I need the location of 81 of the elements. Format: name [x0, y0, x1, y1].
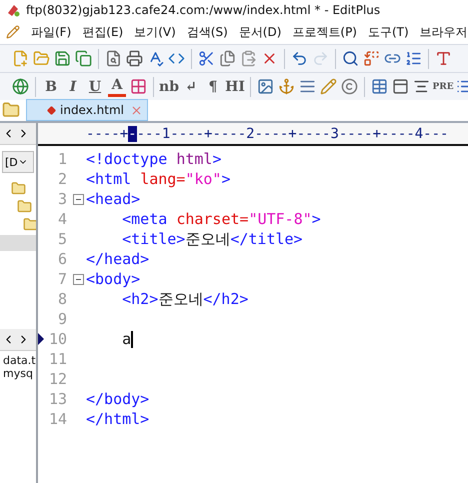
list-icon[interactable] — [456, 78, 468, 95]
code-line: <title>준오네</title> — [121, 230, 303, 248]
printer-icon[interactable] — [126, 50, 143, 67]
line-number: 4 — [56, 210, 67, 228]
text-cursor — [131, 330, 134, 348]
file-tab[interactable]: index.html — [26, 99, 148, 121]
app-icon — [6, 3, 20, 17]
line-number-icon[interactable] — [405, 50, 422, 67]
menu-item[interactable]: 편집(E) — [82, 24, 124, 40]
code-line: <h2>준오네</h2> — [121, 290, 248, 308]
save-all-icon[interactable] — [75, 50, 92, 67]
scissors-icon[interactable] — [198, 50, 215, 67]
format-button[interactable]: I — [64, 76, 82, 96]
folder-icon[interactable] — [11, 181, 26, 196]
search-icon[interactable] — [342, 50, 359, 67]
line-number: 10 — [48, 330, 67, 348]
menu-item[interactable]: 문서(D) — [238, 24, 282, 40]
drive-dropdown[interactable]: [D — [2, 151, 34, 173]
line-number: 14 — [48, 410, 67, 428]
replace-icon[interactable] — [363, 50, 380, 67]
code-line: </head> — [86, 250, 150, 268]
print-preview-icon[interactable] — [105, 50, 122, 67]
globe-icon[interactable] — [12, 78, 29, 95]
diamond-icon — [47, 106, 56, 114]
file-name[interactable]: data.t — [0, 354, 36, 367]
line-number: 9 — [56, 310, 67, 328]
folder-icon[interactable] — [2, 101, 20, 119]
format-button[interactable]: HI — [226, 76, 244, 96]
color-grid-icon[interactable] — [130, 78, 147, 95]
format-button[interactable]: B — [42, 76, 60, 96]
code-line: <meta charset="UTF-8"> — [121, 210, 321, 228]
fold-icon[interactable] — [73, 194, 84, 204]
code-line: <html lang="ko"> — [86, 170, 230, 188]
fold-icon[interactable] — [73, 274, 84, 284]
menu-item[interactable]: 프로젝트(P) — [292, 24, 357, 40]
format-button[interactable]: nb — [160, 76, 178, 96]
undo-icon[interactable] — [291, 50, 308, 67]
menu-item[interactable]: 파일(F) — [31, 24, 72, 40]
file-name[interactable]: mysq — [0, 367, 36, 380]
anchor-icon[interactable] — [278, 78, 295, 95]
line-number: 12 — [48, 370, 67, 388]
line-number: 1 — [56, 150, 67, 168]
copy-icon[interactable] — [219, 50, 236, 67]
line-number: 2 — [56, 170, 67, 188]
close-icon[interactable] — [130, 104, 143, 116]
menu-item[interactable]: 브라우저 — [420, 24, 468, 40]
menu-item[interactable]: 보기(V) — [134, 24, 176, 40]
format-button[interactable]: PRE — [434, 76, 452, 96]
format-button[interactable]: U — [86, 76, 104, 96]
code-line: <!doctype html> — [86, 150, 222, 168]
line-number: 5 — [56, 230, 67, 248]
format-button[interactable]: ↵ — [182, 76, 200, 96]
line-number: 7 — [56, 270, 67, 288]
line-number: 6 — [56, 250, 67, 268]
font-icon[interactable] — [435, 50, 452, 67]
window-title: ftp(8032)gjab123.cafe24.com:/www/index.html * - EditPlus — [26, 3, 380, 17]
code-line: </body> — [86, 390, 150, 408]
align-icon[interactable] — [413, 78, 430, 95]
line-number: 13 — [48, 390, 67, 408]
lines-icon[interactable] — [299, 78, 316, 95]
format-button[interactable]: ¶ — [204, 76, 222, 96]
box-icon[interactable] — [392, 78, 409, 95]
code-line: <body> — [86, 270, 140, 288]
line-number: 11 — [48, 350, 67, 368]
pencil-icon — [6, 25, 20, 39]
table-icon[interactable] — [371, 78, 388, 95]
menu-item[interactable]: 도구(T) — [368, 24, 409, 40]
code-line: a — [121, 330, 132, 348]
column-ruler: ----+----1----+----2----+----3----+----4--- — [38, 123, 468, 146]
line-number: 3 — [56, 190, 67, 208]
folder-icon[interactable] — [23, 217, 36, 232]
clipboard-icon[interactable] — [240, 50, 257, 67]
folder-icon[interactable] — [17, 199, 32, 214]
menu-item[interactable]: 검색(S) — [186, 24, 228, 40]
save-icon[interactable] — [54, 50, 71, 67]
code-line: </html> — [86, 410, 150, 428]
line-number: 8 — [56, 290, 67, 308]
pencil-icon[interactable] — [320, 78, 337, 95]
copyright-icon[interactable] — [341, 78, 358, 95]
image-icon[interactable] — [257, 78, 274, 95]
code-line: <head> — [86, 190, 140, 208]
